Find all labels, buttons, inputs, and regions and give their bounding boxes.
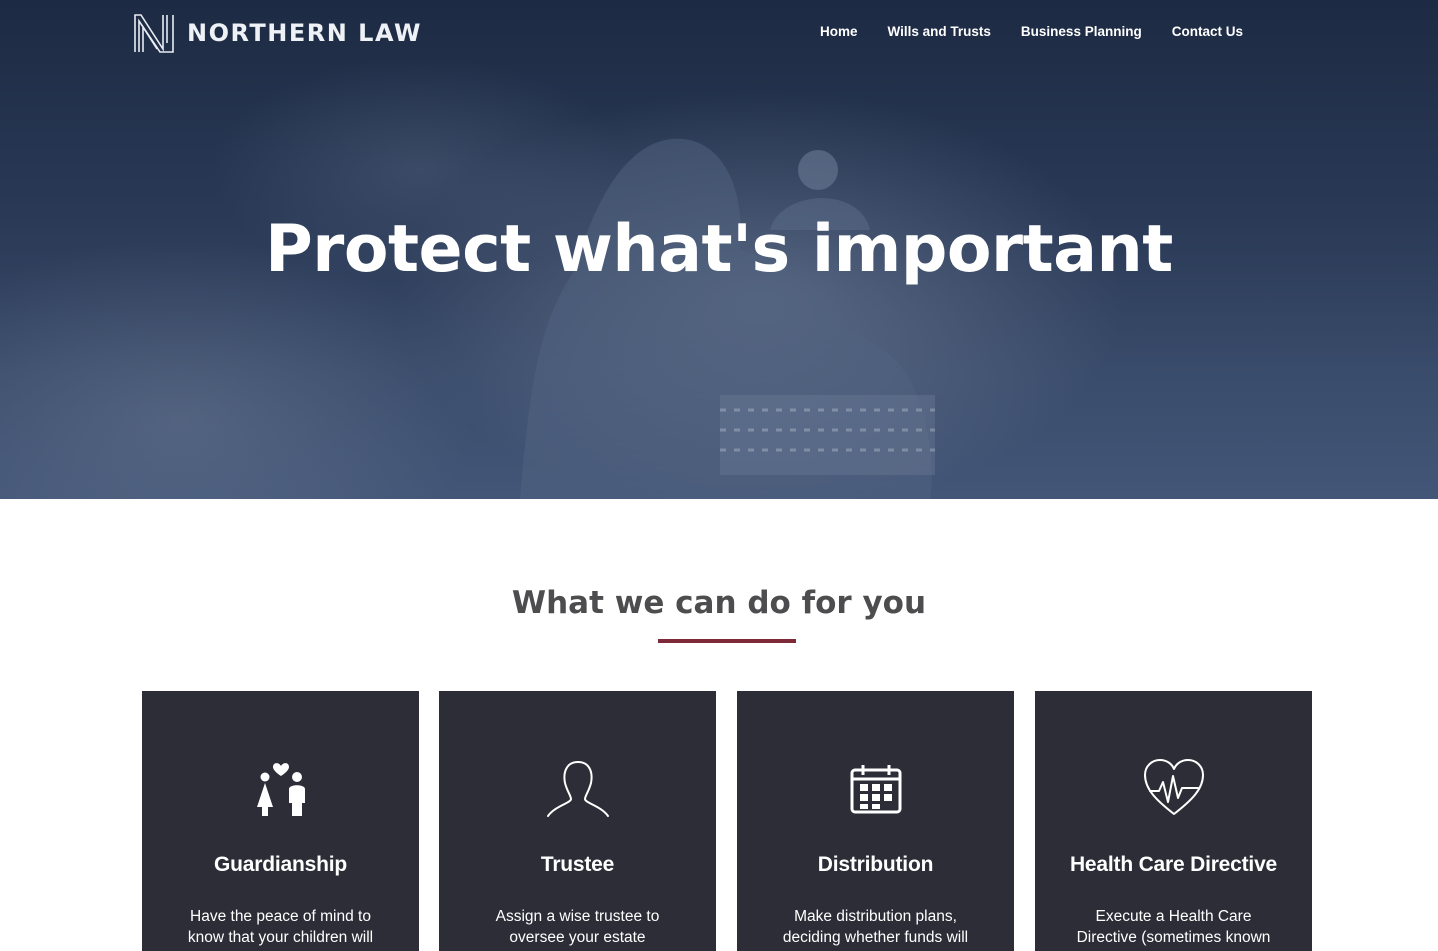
services-title: What we can do for you bbox=[511, 585, 927, 621]
title-divider bbox=[658, 639, 796, 643]
children-heart-icon bbox=[257, 763, 305, 816]
nav-business-planning[interactable]: Business Planning bbox=[1006, 23, 1157, 41]
card-title: Trustee bbox=[540, 853, 615, 876]
service-card-distribution[interactable]: Distribution Make distribution plans, de… bbox=[737, 691, 1014, 951]
service-card-trustee[interactable]: Trustee Assign a wise trustee to oversee… bbox=[439, 691, 716, 951]
northern-law-n-icon bbox=[134, 14, 174, 53]
nav-contact-us[interactable]: Contact Us bbox=[1157, 23, 1258, 41]
nav-home[interactable]: Home bbox=[805, 23, 873, 41]
person-icon bbox=[547, 761, 609, 817]
card-title: Distribution bbox=[817, 853, 934, 876]
heart-pulse-icon bbox=[1144, 759, 1204, 815]
service-card-guardianship[interactable]: Guardianship Have the peace of mind to k… bbox=[142, 691, 419, 951]
logo[interactable]: NORTHERN LAW bbox=[133, 13, 422, 53]
nav-wills-and-trusts[interactable]: Wills and Trusts bbox=[873, 23, 1006, 41]
hero-banner: NORTHERN LAW Home Wills and Trusts Busin… bbox=[0, 0, 1438, 499]
logo-text: NORTHERN LAW bbox=[187, 19, 422, 47]
card-title: Guardianship bbox=[214, 853, 347, 876]
card-title: Health Care Directive bbox=[1069, 853, 1278, 876]
hero-title: Protect what's important bbox=[265, 212, 1173, 287]
main-nav: Home Wills and Trusts Business Planning … bbox=[805, 23, 1258, 41]
service-card-health-care-directive[interactable]: Health Care Directive Execute a Health C… bbox=[1035, 691, 1312, 951]
calendar-icon bbox=[850, 765, 902, 814]
